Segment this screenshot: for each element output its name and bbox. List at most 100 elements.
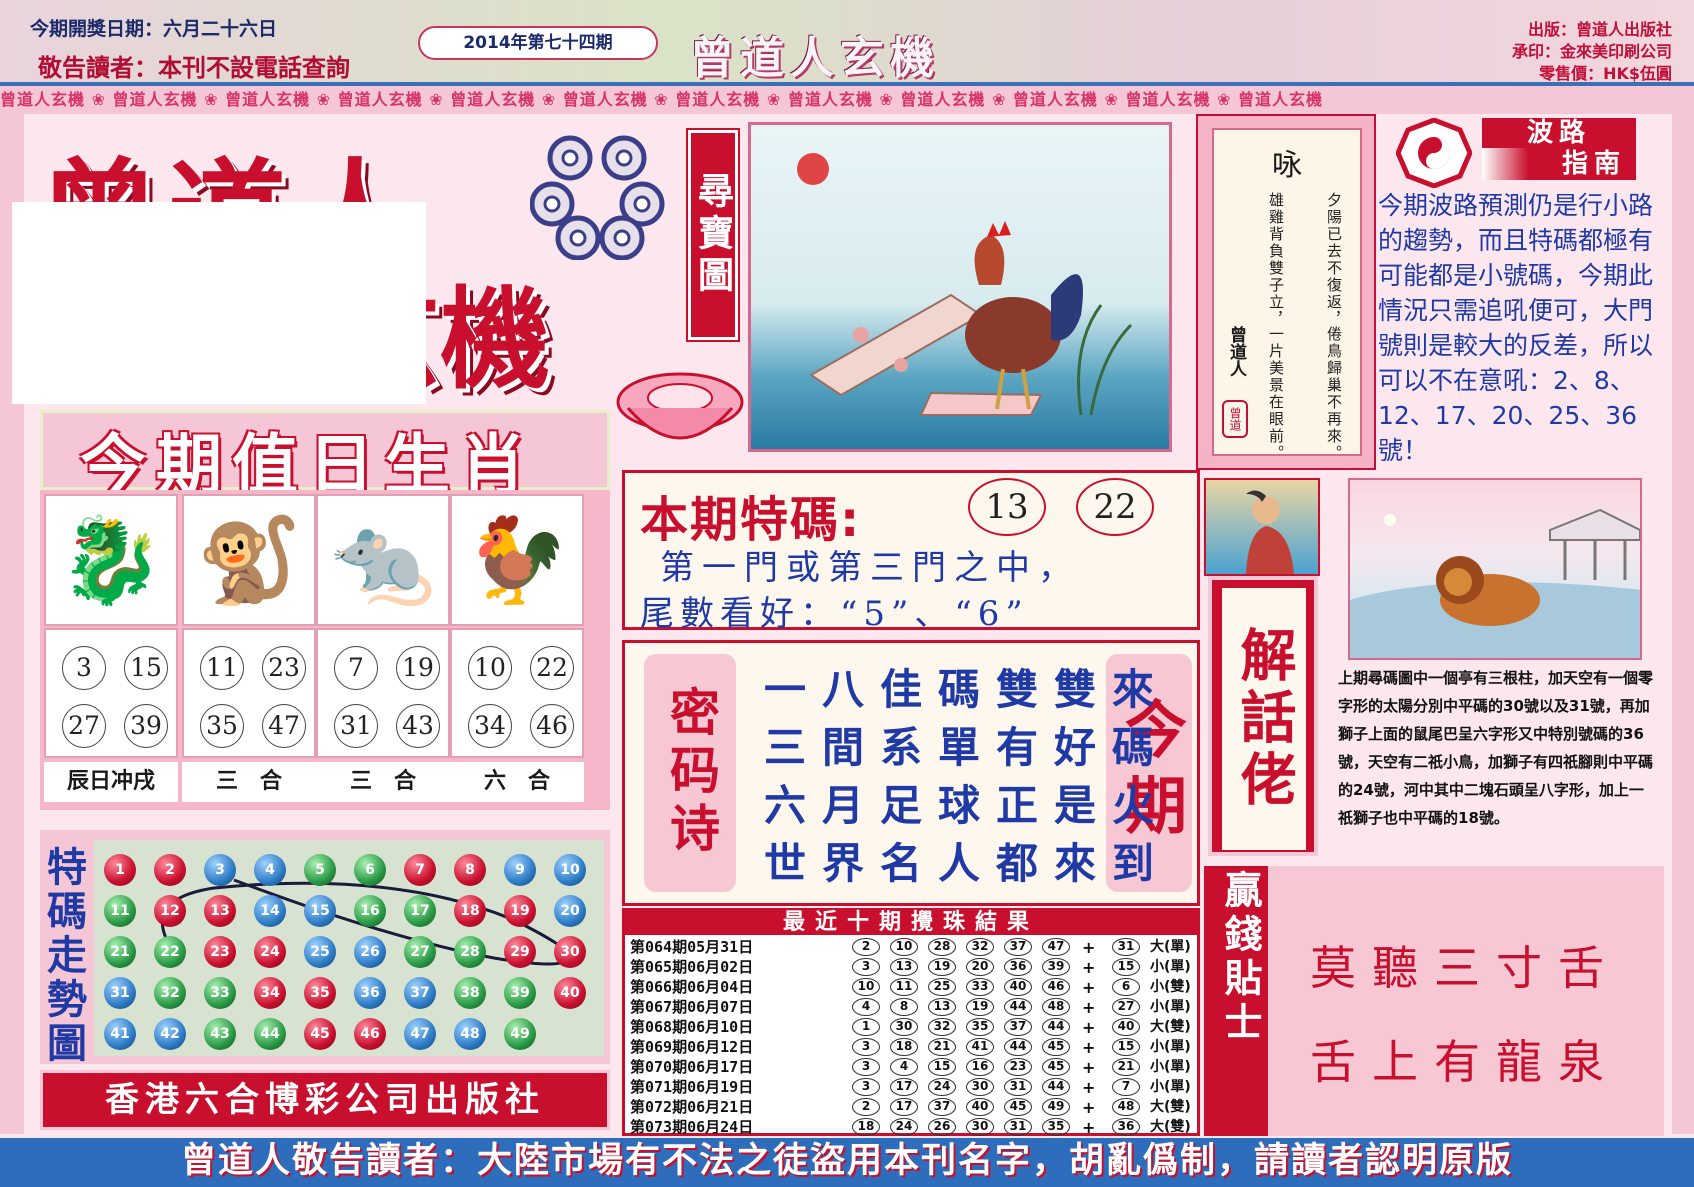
results-special-number: 27 [1112, 998, 1140, 1016]
rat-icon: 🐀 [330, 511, 436, 609]
zodiac-number: 23 [262, 646, 306, 690]
results-special-number: 15 [1112, 1038, 1140, 1056]
results-row: 第070期06月17日 3 4 15 16 23 45 +21 小(單) [630, 1057, 1196, 1078]
gold-ingot-icon [616, 372, 744, 440]
results-row: 第064期05月31日 2 10 28 32 37 47 +31 大(單) [630, 937, 1196, 958]
trend-ball: 10 [554, 854, 586, 886]
trend-ball: 47 [404, 1018, 436, 1050]
results-number: 23 [1004, 1058, 1032, 1076]
zodiac-number: 22 [530, 646, 574, 690]
results-number: 8 [890, 998, 918, 1016]
zodiac-number: 34 [468, 704, 512, 748]
trend-ball: 15 [304, 895, 336, 927]
trend-ball: 48 [454, 1018, 486, 1050]
results-number: 41 [966, 1038, 994, 1056]
results-row: 第072期06月21日 2 17 37 40 45 49 +48 大(雙) [630, 1097, 1196, 1118]
results-number: 40 [1004, 978, 1032, 996]
special-hint-2: 尾數看好：“5”、“6” [640, 594, 1029, 634]
trend-ball: 2 [154, 854, 186, 886]
poem-line: 一片美景在眼前。 [1267, 326, 1285, 462]
monkey-icon: 🐒 [196, 511, 302, 609]
treasure-map-label: 尋寶圖 [686, 128, 740, 342]
poem-line: 夕陽已去不復返， [1325, 192, 1343, 328]
results-number: 37 [1004, 1018, 1032, 1036]
zodiac-relation-label: 三 合 [316, 762, 450, 802]
results-number: 24 [890, 1118, 918, 1136]
zodiac-number: 10 [468, 646, 512, 690]
results-number: 45 [1042, 1038, 1070, 1056]
zodiac-number: 11 [200, 646, 244, 690]
results-period: 第068期06月10日 [630, 1018, 754, 1036]
zodiac-number: 7 [334, 646, 378, 690]
trend-ball: 20 [554, 895, 586, 927]
bagua-icon [1396, 118, 1472, 188]
results-tag: 大(雙) [1150, 1099, 1191, 1115]
trend-ball: 18 [454, 895, 486, 927]
results-number: 3 [852, 1078, 880, 1096]
wave-guide-text: 今期波路預測仍是行小路的趨勢，而且特碼都極有可能都是小號碼，今期此情況只需追吼便… [1378, 191, 1654, 465]
results-number: 10 [890, 938, 918, 956]
plus-sign: + [1082, 1038, 1096, 1057]
special-code-number: 13 [968, 478, 1046, 536]
results-number: 3 [852, 1038, 880, 1056]
poem-title: 咏 [1272, 148, 1302, 183]
cipher-line: 六月足球正是火 [764, 781, 1171, 830]
trend-ball: 21 [104, 936, 136, 968]
results-number: 10 [852, 978, 880, 996]
seal-stamp: 曾道 [1222, 400, 1248, 438]
plus-sign: + [1082, 978, 1096, 997]
trend-ball: 42 [154, 1018, 186, 1050]
results-period: 第069期06月12日 [630, 1038, 754, 1056]
right-border [1672, 114, 1694, 1134]
results-number: 36 [1004, 958, 1032, 976]
rooster-picture [797, 153, 1133, 416]
trend-ball: 34 [254, 977, 286, 1009]
trend-ball: 19 [504, 895, 536, 927]
results-number: 26 [928, 1118, 956, 1136]
results-special-number: 40 [1112, 1018, 1140, 1036]
cipher-line: 三間系單有好碼 [764, 723, 1171, 772]
trend-ball: 8 [454, 854, 486, 886]
results-number: 35 [966, 1018, 994, 1036]
results-number: 20 [966, 958, 994, 976]
trend-ball: 37 [404, 977, 436, 1009]
results-number: 32 [928, 1018, 956, 1036]
results-number: 40 [966, 1098, 994, 1116]
trend-ball: 22 [154, 936, 186, 968]
results-number: 48 [1042, 998, 1070, 1016]
win-tip-box [1268, 866, 1664, 1136]
results-period: 第064期05月31日 [630, 938, 754, 956]
lion-icon [1350, 508, 1640, 658]
results-number: 13 [890, 958, 918, 976]
results-number: 49 [1042, 1098, 1070, 1116]
results-number: 13 [928, 998, 956, 1016]
trend-ball: 28 [454, 936, 486, 968]
blank-area [12, 202, 426, 404]
results-special-number: 6 [1112, 978, 1140, 996]
results-number: 25 [928, 978, 956, 996]
zodiac-relation-label: 六 合 [450, 762, 584, 802]
results-row: 第073期06月24日 18 24 26 30 31 35 +36 大(雙) [630, 1117, 1196, 1138]
results-number: 4 [852, 998, 880, 1016]
results-number: 44 [1004, 998, 1032, 1016]
results-number: 24 [928, 1078, 956, 1096]
wave-guide-title-2: 指南 [1482, 148, 1636, 180]
trend-ball: 31 [104, 977, 136, 1009]
printer-info: 承印：金來美印刷公司 [1511, 42, 1672, 61]
results-number: 18 [852, 1118, 880, 1136]
cipher-line: 一八佳碼雙雙來 [764, 665, 1171, 714]
results-tag: 小(雙) [1150, 979, 1191, 995]
zodiac-relation-label: 三 合 [182, 762, 316, 802]
results-number: 44 [1042, 1078, 1070, 1096]
rooster-icon: 🐓 [464, 511, 570, 609]
treasure-map-picture [748, 122, 1172, 452]
poem-line: 雄雞背負雙子立， [1267, 192, 1285, 328]
zodiac-number: 43 [396, 704, 440, 748]
results-number: 21 [928, 1038, 956, 1056]
zodiac-number: 3 [62, 646, 106, 690]
results-number: 19 [928, 958, 956, 976]
trend-ball: 30 [554, 936, 586, 968]
trend-ball: 27 [404, 936, 436, 968]
trend-ball: 46 [354, 1018, 386, 1050]
zodiac-number: 47 [262, 704, 306, 748]
